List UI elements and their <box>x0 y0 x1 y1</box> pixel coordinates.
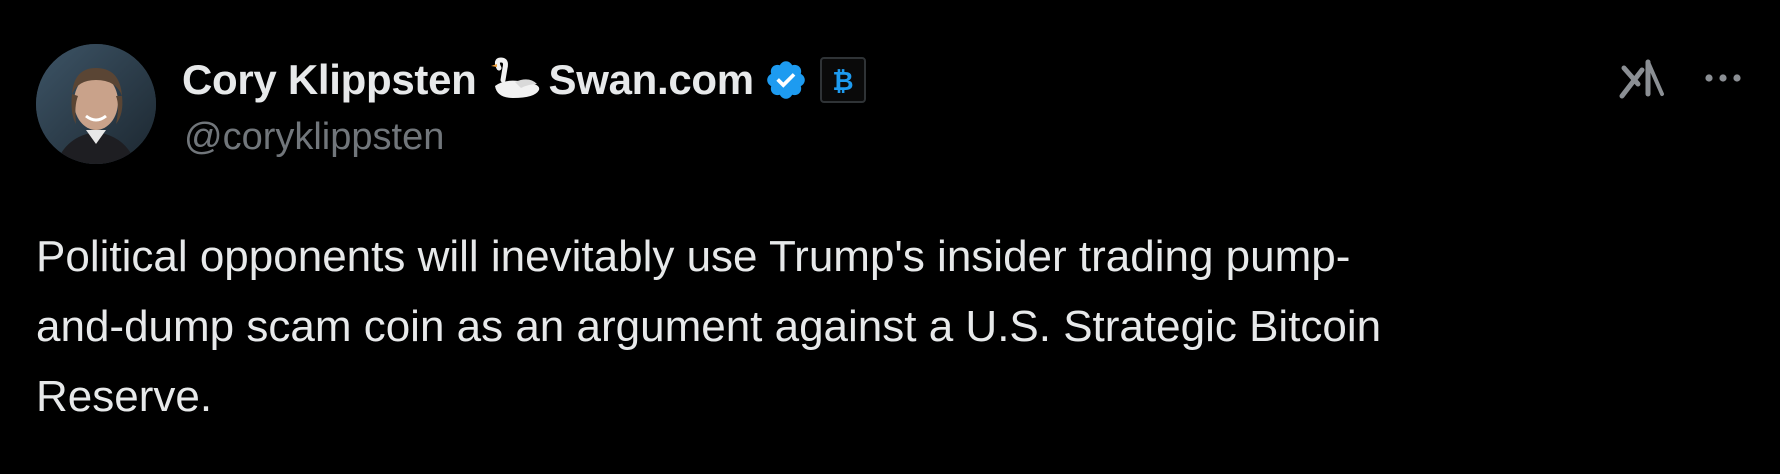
tweet-text-line: and-dump scam coin as an argument agains… <box>36 302 1382 351</box>
display-name-part1[interactable]: Cory Klippsten <box>182 56 477 104</box>
author-handle[interactable]: @coryklippsten <box>184 116 444 159</box>
tweet-text: Political opponents will inevitably use … <box>36 222 1716 432</box>
grok-icon[interactable] <box>1618 56 1668 100</box>
tweet-text-line: Political opponents will inevitably use … <box>36 232 1351 281</box>
avatar-image <box>36 44 156 164</box>
svg-text:₿: ₿ <box>832 67 853 97</box>
swan-icon <box>485 56 545 104</box>
bitcoin-affiliate-badge[interactable]: ₿ <box>819 57 866 103</box>
tweet-card: Cory Klippsten Swan.com ₿ @coryklippsten <box>0 0 1780 474</box>
tweet-text-line: Reserve. <box>36 372 213 421</box>
more-options-icon[interactable] <box>1700 60 1746 96</box>
display-name-part2[interactable]: Swan.com <box>549 56 755 104</box>
avatar[interactable] <box>36 44 156 164</box>
author-name-row[interactable]: Cory Klippsten Swan.com ₿ <box>182 52 866 108</box>
verified-badge-icon <box>764 58 808 102</box>
bitcoin-icon: ₿ <box>832 67 853 97</box>
